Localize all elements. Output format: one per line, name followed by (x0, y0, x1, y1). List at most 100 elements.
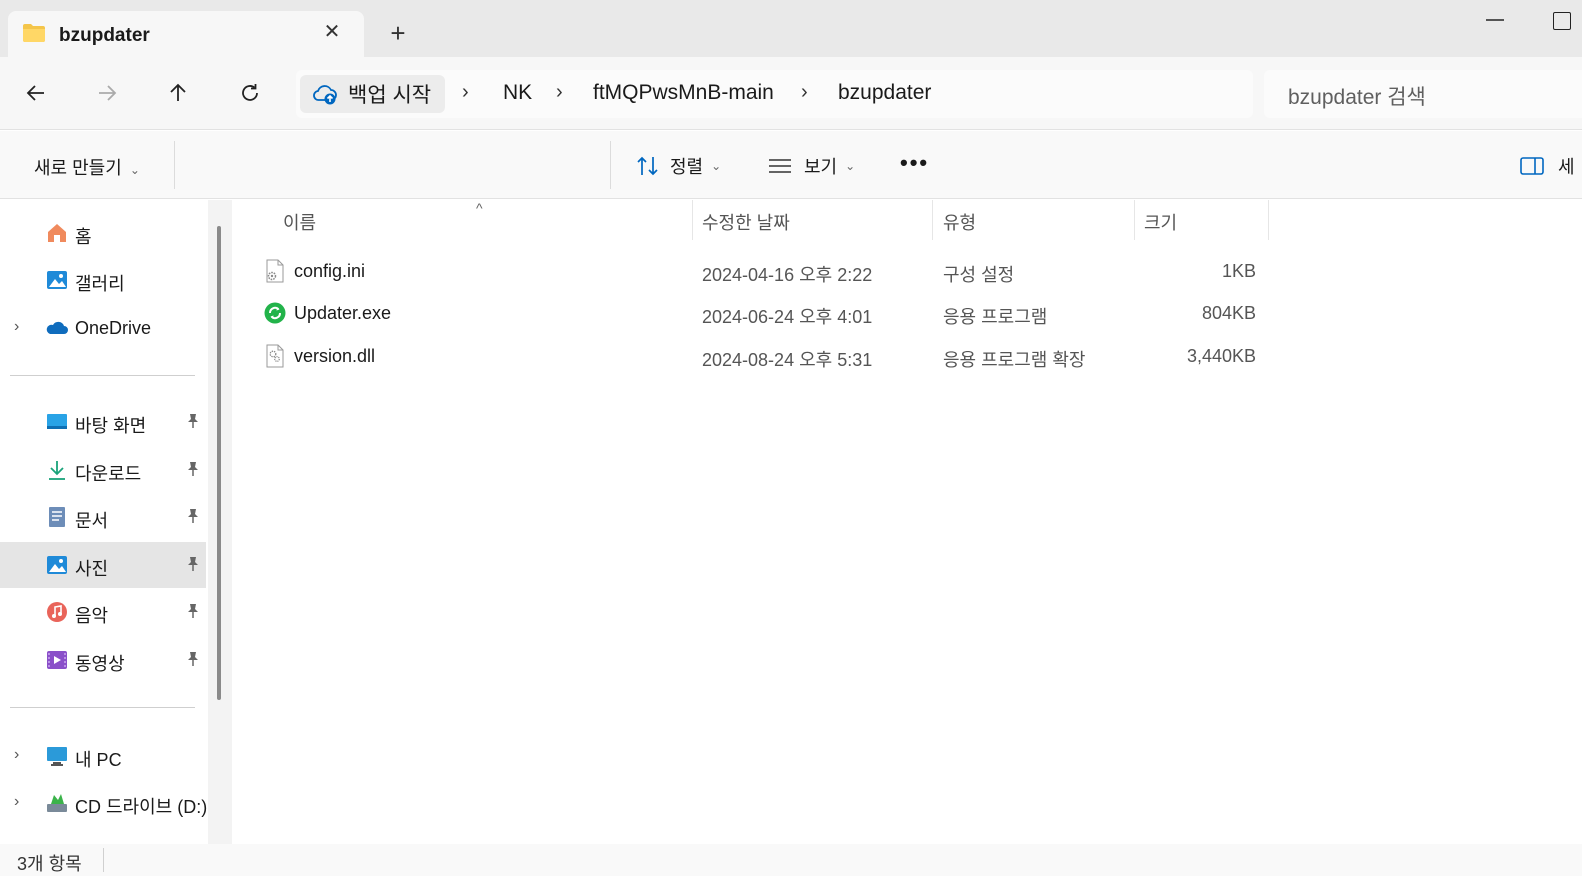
maximize-icon[interactable] (1553, 12, 1571, 30)
sort-button[interactable]: 정렬 ⌄ (636, 153, 721, 179)
new-button[interactable]: 새로 만들기 ⌄ (34, 154, 140, 180)
sidebar-item-desktop[interactable]: 바탕 화면 (0, 399, 206, 445)
file-size: 804KB (1201, 303, 1256, 323)
sidebar-item-label: 동영상 (75, 654, 125, 674)
refresh-icon (242, 84, 258, 101)
search-box[interactable]: bzupdater 검색 (1264, 70, 1582, 118)
column-divider[interactable] (1134, 200, 1135, 240)
item-count: 3개 항목 (17, 854, 82, 874)
file-name: version.dll (294, 346, 376, 366)
arrow-left-icon (26, 85, 44, 101)
sidebar-item-label: OneDrive (75, 318, 152, 338)
sidebar-item-music[interactable]: 음악 (0, 589, 206, 635)
sidebar-item-label: 내 PC (75, 750, 122, 770)
column-divider[interactable] (932, 200, 933, 240)
breadcrumb-backup-label: 백업 시작 (348, 84, 432, 107)
address-bar[interactable]: 백업 시작 › NK › ftMQPwsMnB-main › bzupdater (296, 70, 1253, 118)
pin-icon[interactable] (186, 508, 200, 524)
forward-button[interactable] (91, 77, 123, 109)
column-divider[interactable] (692, 200, 693, 240)
up-button[interactable] (162, 77, 194, 109)
tab-close-icon[interactable]: ✕ (321, 21, 343, 43)
chevron-right-icon[interactable]: › (14, 793, 19, 811)
sidebar-item-label: 홈 (75, 227, 92, 247)
view-button[interactable]: 보기 ⌄ (768, 153, 855, 179)
breadcrumb-bzupdater[interactable]: bzupdater (838, 81, 931, 105)
sidebar-item-videos[interactable]: 동영상 (0, 637, 206, 683)
new-button-label: 새로 만들기 (34, 158, 122, 178)
cd-drive-icon (47, 794, 67, 812)
file-size: 1KB (1221, 261, 1256, 281)
tab-title: bzupdater (59, 25, 150, 46)
sidebar-item-pictures[interactable]: 사진 (0, 542, 206, 588)
command-divider (610, 141, 611, 189)
file-modified: 2024-04-16 오후 2:22 (702, 265, 873, 285)
column-header-size[interactable]: 크기 (1144, 209, 1177, 235)
chevron-down-icon: ⌄ (129, 163, 140, 177)
sidebar-divider (10, 375, 195, 376)
refresh-button[interactable] (234, 77, 266, 109)
sidebar-item-label: 바탕 화면 (75, 416, 147, 436)
pin-icon[interactable] (186, 413, 200, 429)
navigation-bar: 백업 시작 › NK › ftMQPwsMnB-main › bzupdater… (0, 57, 1582, 130)
pin-icon[interactable] (186, 603, 200, 619)
sidebar-item-this-pc[interactable]: › 내 PC (0, 733, 206, 779)
chevron-right-icon[interactable]: › (14, 746, 19, 764)
tab-strip: bzupdater ✕ + (0, 0, 1582, 58)
file-row[interactable]: Updater.exe 2024-06-24 오후 4:01 응용 프로그램 8… (260, 292, 1270, 334)
more-options-button[interactable]: ••• (900, 150, 929, 176)
file-modified: 2024-06-24 오후 4:01 (702, 307, 873, 327)
column-divider[interactable] (1268, 200, 1269, 240)
file-row[interactable]: version.dll 2024-08-24 오후 5:31 응용 프로그램 확… (260, 335, 1270, 377)
video-icon (47, 651, 67, 669)
dll-file-icon (266, 344, 284, 368)
sidebar-item-gallery[interactable]: 갤러리 (0, 257, 206, 303)
file-type: 응용 프로그램 확장 (943, 350, 1086, 370)
home-icon (48, 224, 66, 242)
breadcrumb-chevron-icon[interactable]: › (556, 81, 563, 104)
file-row[interactable]: config.ini 2024-04-16 오후 2:22 구성 설정 1KB (260, 250, 1270, 292)
sidebar-item-label: 갤러리 (75, 274, 125, 294)
details-pane-button[interactable]: 세 (1520, 153, 1575, 179)
chevron-down-icon: ⌄ (845, 159, 856, 173)
sidebar-item-documents[interactable]: 문서 (0, 494, 206, 540)
pin-icon[interactable] (186, 461, 200, 477)
file-name: config.ini (294, 261, 366, 281)
search-input[interactable]: bzupdater 검색 (1288, 81, 1426, 111)
pc-icon (47, 747, 67, 766)
details-pane-icon (1520, 157, 1544, 175)
minimize-icon[interactable] (1484, 12, 1506, 28)
pin-icon[interactable] (186, 651, 200, 667)
sidebar-item-cd-drive[interactable]: › CD 드라이브 (D:) (0, 780, 207, 826)
sidebar-item-home[interactable]: 홈 (0, 210, 206, 256)
details-label: 세 (1558, 157, 1575, 177)
view-label: 보기 (804, 157, 838, 177)
sidebar-divider (10, 707, 195, 708)
chevron-right-icon[interactable]: › (14, 318, 19, 336)
column-header-type[interactable]: 유형 (943, 209, 976, 235)
sidebar-item-downloads[interactable]: 다운로드 (0, 447, 206, 493)
breadcrumb-chevron-icon[interactable]: › (801, 81, 808, 104)
desktop-icon (47, 414, 67, 429)
document-icon (49, 507, 65, 527)
breadcrumb-nk[interactable]: NK (503, 81, 532, 105)
status-bar: 3개 항목 (0, 844, 1582, 876)
column-header-modified[interactable]: 수정한 날짜 (702, 209, 790, 235)
pin-icon[interactable] (186, 556, 200, 572)
file-type: 응용 프로그램 (943, 307, 1048, 327)
back-button[interactable] (20, 77, 52, 109)
column-header-name[interactable]: 이름 (283, 209, 316, 235)
tab-bzupdater[interactable]: bzupdater ✕ (8, 11, 364, 58)
breadcrumb-backup[interactable]: 백업 시작 (300, 75, 446, 113)
cloud-upload-icon (313, 85, 337, 105)
arrow-right-icon (99, 85, 117, 101)
new-tab-button[interactable]: + (385, 20, 411, 47)
onedrive-icon (46, 321, 68, 334)
file-explorer-window: bzupdater ✕ + 백업 시작 › NK › ftMQPwsMnB-ma… (0, 0, 1582, 876)
breadcrumb-ftmqpwsmnb-main[interactable]: ftMQPwsMnB-main (593, 81, 774, 105)
breadcrumb-chevron-icon[interactable]: › (462, 81, 469, 104)
sidebar-item-onedrive[interactable]: › OneDrive (0, 305, 206, 351)
file-modified: 2024-08-24 오후 5:31 (702, 350, 873, 370)
command-bar: 새로 만들기 ⌄ 정렬 ⌄ 보기 ⌄ ••• 세 (0, 131, 1582, 199)
sidebar-scroll-thumb[interactable] (217, 226, 221, 700)
